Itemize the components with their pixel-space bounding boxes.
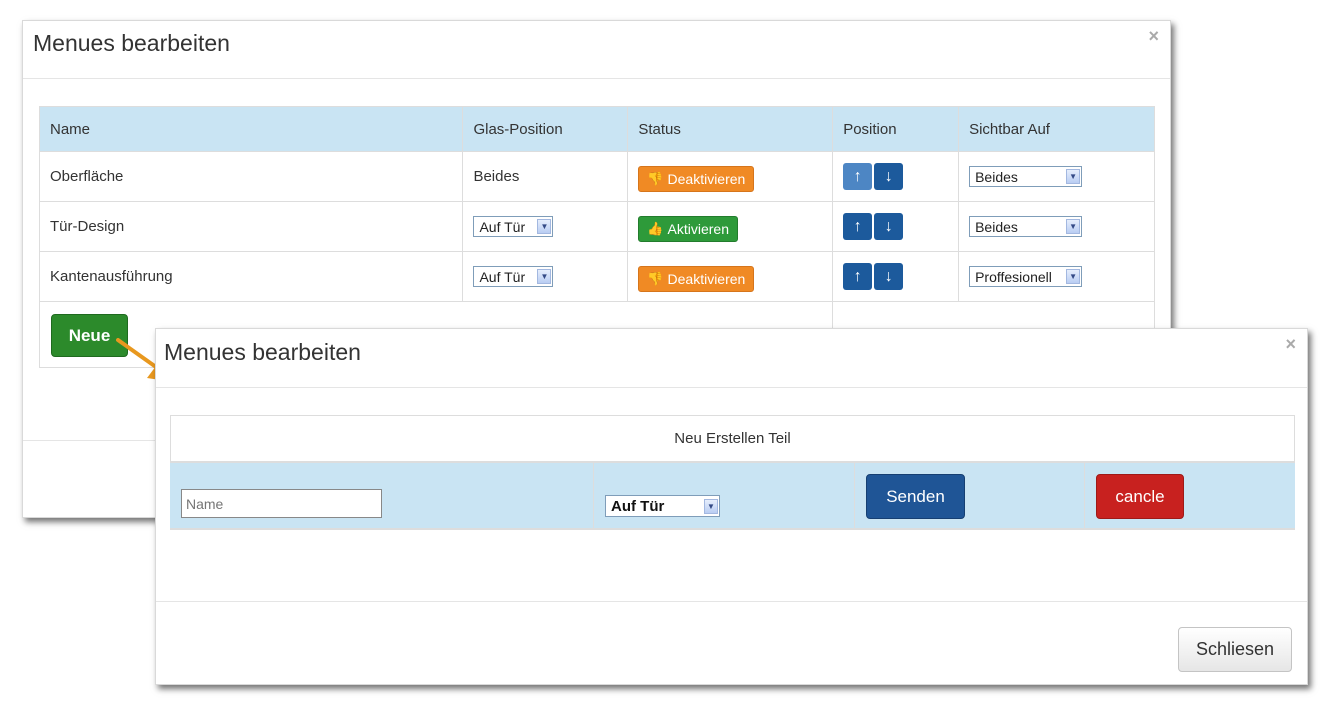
- row-status: 👍 Aktivieren: [627, 201, 834, 252]
- aktivieren-label: Aktivieren: [667, 220, 729, 237]
- arrow-down-icon[interactable]: ↓: [874, 213, 904, 240]
- sichtbar-select[interactable]: Proffesionell ▼: [969, 266, 1083, 287]
- arrow-down-icon[interactable]: ↓: [874, 263, 904, 290]
- aktivieren-button[interactable]: 👍 Aktivieren: [638, 215, 738, 242]
- row-sichtbar-auf: Proffesionell ▼: [958, 251, 1155, 302]
- row-sichtbar-auf: Beides ▼: [958, 151, 1155, 202]
- create-form: Neu Erstellen Teil Auf Tür ▼ Senden cancl…: [170, 415, 1295, 530]
- arrow-up-icon[interactable]: ↑: [843, 263, 873, 290]
- sichtbar-value: Beides: [975, 168, 1018, 185]
- thumbs-down-icon: 👎: [647, 270, 664, 286]
- schliesen-button[interactable]: Schliesen: [1178, 627, 1292, 672]
- deaktivieren-label: Deaktivieren: [667, 170, 746, 187]
- table-row: Oberfläche Beides 👎 Deaktivieren ↑ ↓ Beide…: [38, 151, 1155, 202]
- column-header-name: Name: [38, 106, 464, 152]
- chevron-down-icon: ▼: [1066, 219, 1081, 234]
- row-status: 👎 Deaktivieren: [627, 251, 834, 302]
- create-form-row: Auf Tür ▼ Senden cancle: [170, 461, 1295, 530]
- sichtbar-value: Beides: [975, 218, 1018, 235]
- table-row: Kantenausführung Auf Tür ▼ 👎 Deaktivieren …: [38, 251, 1155, 302]
- column-header-status: Status: [627, 106, 834, 152]
- table-header-row: Name Glas-Position Status Position Sicht…: [38, 106, 1155, 152]
- modal-title: Menues bearbeiten: [33, 30, 230, 56]
- column-header-glas-position: Glas-Position: [462, 106, 629, 152]
- row-name: Oberfläche: [38, 151, 464, 202]
- chevron-down-icon: ▼: [704, 498, 718, 514]
- position-select[interactable]: Auf Tür ▼: [605, 495, 720, 517]
- deaktivieren-button[interactable]: 👎 Deaktivieren: [638, 265, 755, 292]
- arrow-down-icon[interactable]: ↓: [874, 163, 904, 190]
- row-position: ↑ ↓: [832, 151, 960, 202]
- row-glas-position: Auf Tür ▼: [462, 201, 629, 252]
- sichtbar-select[interactable]: Beides ▼: [969, 216, 1083, 237]
- position-select-value: Auf Tür: [611, 497, 665, 515]
- chevron-down-icon: ▼: [1066, 269, 1081, 284]
- create-menu-modal: Menues bearbeiten × Neu Erstellen Teil A…: [155, 328, 1308, 685]
- column-divider: [593, 463, 594, 528]
- glas-position-select[interactable]: Auf Tür ▼: [473, 266, 554, 287]
- glas-position-value: Auf Tür: [479, 268, 526, 285]
- close-icon[interactable]: ×: [1285, 335, 1296, 353]
- chevron-down-icon: ▼: [1066, 169, 1081, 184]
- close-icon[interactable]: ×: [1148, 27, 1159, 45]
- section-title: Neu Erstellen Teil: [170, 415, 1295, 461]
- sichtbar-value: Proffesionell: [975, 268, 1052, 285]
- row-status: 👎 Deaktivieren: [627, 151, 834, 202]
- row-glas-position: Auf Tür ▼: [462, 251, 629, 302]
- row-name: Tür-Design: [38, 201, 464, 252]
- column-header-sichtbar-auf: Sichtbar Auf: [958, 106, 1155, 152]
- senden-button[interactable]: Senden: [866, 474, 965, 519]
- deaktivieren-label: Deaktivieren: [667, 270, 746, 287]
- arrow-up-icon[interactable]: ↑: [843, 213, 873, 240]
- chevron-down-icon: ▼: [537, 219, 552, 234]
- row-glas-position: Beides: [462, 151, 629, 202]
- column-header-position: Position: [832, 106, 960, 152]
- row-position: ↑ ↓: [832, 201, 960, 252]
- column-divider: [1084, 463, 1085, 528]
- thumbs-up-icon: 👍: [647, 220, 664, 236]
- glas-position-select[interactable]: Auf Tür ▼: [473, 216, 554, 237]
- row-name: Kantenausführung: [38, 251, 464, 302]
- cancle-button[interactable]: cancle: [1096, 474, 1184, 519]
- row-position: ↑ ↓: [832, 251, 960, 302]
- header-divider: [156, 387, 1307, 388]
- sichtbar-select[interactable]: Beides ▼: [969, 166, 1083, 187]
- column-divider: [854, 463, 855, 528]
- name-input[interactable]: [181, 489, 382, 518]
- thumbs-down-icon: 👎: [647, 170, 664, 186]
- modal-title: Menues bearbeiten: [164, 339, 361, 365]
- header-divider: [23, 78, 1170, 79]
- deaktivieren-button[interactable]: 👎 Deaktivieren: [638, 165, 755, 192]
- glas-position-value: Auf Tür: [479, 218, 526, 235]
- chevron-down-icon: ▼: [537, 269, 552, 284]
- row-sichtbar-auf: Beides ▼: [958, 201, 1155, 252]
- table-row: Tür-Design Auf Tür ▼ 👍 Aktivieren ↑ ↓ Beide…: [38, 201, 1155, 252]
- arrow-up-icon[interactable]: ↑: [843, 163, 873, 190]
- footer-divider: [156, 601, 1307, 602]
